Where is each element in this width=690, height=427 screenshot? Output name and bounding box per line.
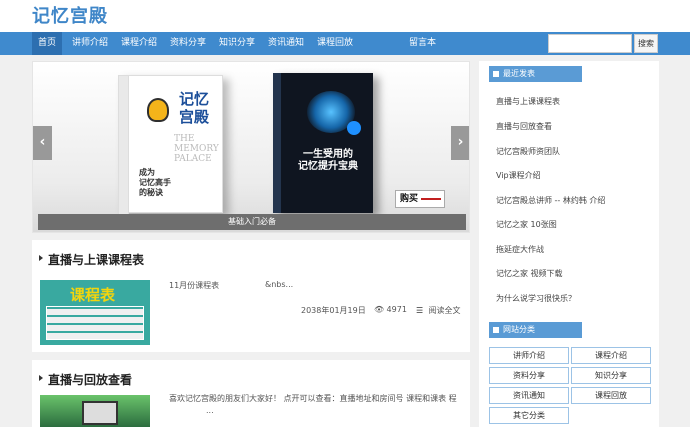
post-ellipsis: &nbs...	[265, 280, 294, 289]
post-title[interactable]: 直播与上课课程表	[48, 251, 144, 268]
badge-icon	[347, 121, 361, 135]
triangle-right-icon	[39, 255, 43, 261]
site-logo[interactable]: 记忆宫殿	[32, 2, 108, 28]
slide-caption: 基础入门必备	[38, 214, 466, 230]
nav-item-lecturers[interactable]: 讲师介绍	[66, 32, 114, 55]
category-button[interactable]: 课程介绍	[571, 347, 651, 364]
triangle-right-icon	[39, 375, 43, 381]
post-excerpt: 喜欢记忆宫殿的朋友们大家好！ 点开可以查看：直播地址和房间号 课程和课表 程	[169, 394, 457, 403]
book-spine	[273, 73, 281, 213]
category-button[interactable]: 资讯通知	[489, 387, 569, 404]
category-button[interactable]: 资料分享	[489, 367, 569, 384]
schedule-table-graphic	[46, 306, 144, 340]
hero-slider[interactable]: 记忆 宫殿 THE MEMORY PALACE 成为 记忆高手 的秘诀 一生受用…	[32, 61, 470, 233]
categories-heading: 网站分类	[489, 322, 582, 338]
square-icon	[493, 327, 499, 333]
category-button[interactable]: 讲师介绍	[489, 347, 569, 364]
category-button[interactable]: 课程回放	[571, 387, 651, 404]
category-button[interactable]: 知识分享	[571, 367, 651, 384]
nav-item-knowledge[interactable]: 知识分享	[213, 32, 261, 55]
read-more-label: 阅读全文	[428, 306, 461, 315]
nav-item-materials[interactable]: 资料分享	[164, 32, 212, 55]
monitor-graphic	[82, 401, 118, 425]
post-date: 2038年01月19日	[301, 306, 366, 315]
recent-post-link[interactable]: 记忆之家 10张图	[496, 219, 557, 230]
post-card: 直播与上课课程表 课程表 11月份课程表 &nbs... 2038年01月19日…	[32, 240, 470, 352]
recent-post-link[interactable]: 为什么说学习很快乐？	[496, 293, 576, 304]
nav-item-guestbook[interactable]: 留言本	[403, 32, 442, 55]
post-excerpt: 11月份课程表	[169, 281, 220, 290]
prev-slide-button[interactable]: ‹	[33, 126, 52, 160]
search-button[interactable]: 搜索	[634, 34, 658, 53]
post-views: 👁 4971	[374, 305, 407, 314]
recent-post-link[interactable]: 记忆宫殿总讲师 -- 林约韩 介绍	[496, 195, 605, 206]
recent-posts-heading: 最近发表	[489, 66, 582, 82]
post-ellipsis: ...	[206, 406, 214, 415]
post-thumbnail[interactable]	[40, 395, 150, 427]
recent-post-link[interactable]: 直播与上课课程表	[496, 96, 560, 107]
categories-title: 网站分类	[503, 325, 535, 334]
square-icon	[493, 71, 499, 77]
book-memory-palace: 记忆 宫殿 THE MEMORY PALACE 成为 记忆高手 的秘诀	[118, 75, 223, 214]
nav-item-home[interactable]: 首页	[32, 32, 63, 55]
thumbnail-title: 课程表	[70, 286, 116, 304]
read-more-link[interactable]: ☰ 阅读全文	[416, 305, 461, 316]
recent-posts-title: 最近发表	[503, 69, 535, 78]
post-thumbnail[interactable]: 课程表	[40, 280, 150, 345]
list-icon: ☰	[416, 306, 424, 315]
lightbulb-icon	[147, 98, 169, 122]
recent-post-link[interactable]: 记忆宫殿师资团队	[496, 146, 560, 157]
book-spine	[119, 76, 129, 214]
book1-subtitle: 成为 记忆高手 的秘诀	[139, 168, 171, 197]
post-card: 直播与回放查看 喜欢记忆宫殿的朋友们大家好！ 点开可以查看：直播地址和房间号 课…	[32, 360, 470, 427]
recent-post-link[interactable]: 记忆之家 视频下载	[496, 268, 563, 279]
post-title[interactable]: 直播与回放查看	[48, 371, 132, 388]
nav-item-replays[interactable]: 课程回放	[311, 32, 359, 55]
book2-title: 一生受用的 记忆提升宝典	[298, 149, 358, 172]
view-count: 4971	[386, 305, 407, 314]
recent-post-link[interactable]: 直播与回放查看	[496, 121, 552, 132]
book1-title: 记忆 宫殿	[179, 90, 210, 126]
search-input[interactable]	[548, 34, 632, 53]
next-slide-button[interactable]: ›	[451, 126, 469, 160]
eye-icon: 👁	[374, 305, 385, 314]
recent-post-link[interactable]: 拖延症大作战	[496, 244, 544, 255]
nav-item-courses[interactable]: 课程介绍	[115, 32, 163, 55]
recent-post-link[interactable]: Vip课程介绍	[496, 170, 541, 181]
nav-item-news[interactable]: 资讯通知	[262, 32, 310, 55]
book-memory-guide: 一生受用的 记忆提升宝典	[273, 73, 373, 213]
header: 记忆宫殿	[0, 0, 690, 32]
arrow-right-icon	[421, 198, 441, 200]
book1-english-title: THE MEMORY PALACE	[174, 134, 219, 164]
category-button[interactable]: 其它分类	[489, 407, 569, 424]
sidebar: 最近发表 直播与上课课程表 直播与回放查看 记忆宫殿师资团队 Vip课程介绍 记…	[479, 61, 659, 427]
